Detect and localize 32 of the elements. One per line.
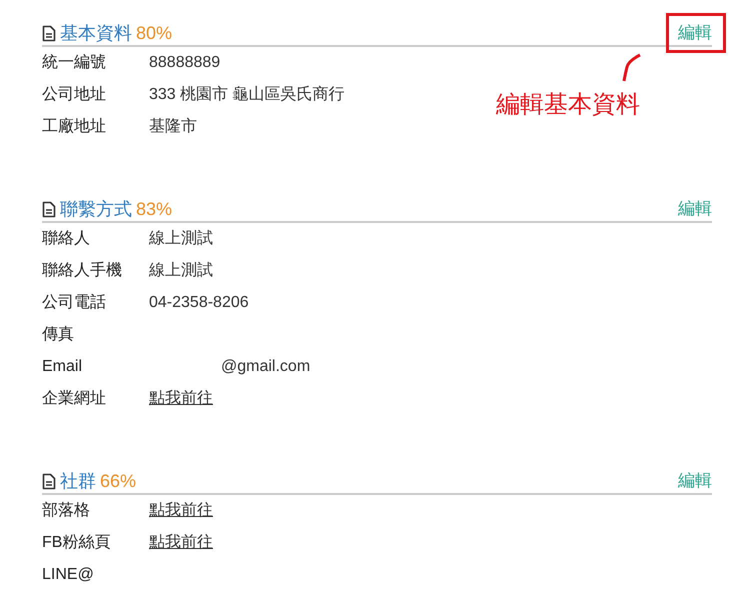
link[interactable]: 點我前往 [149,531,213,555]
field-value: 04-2358-8206 [149,293,249,313]
section-title: 社群 [60,470,96,492]
field-label: 統一編號 [42,53,107,73]
field-label: 公司電話 [42,292,107,313]
field-label: 傳真 [42,324,75,345]
field-label: 企業網址 [42,388,107,409]
annotation-text: 編輯基本資料 [496,89,640,120]
completion-percent: 83% [136,198,172,220]
section-title: 基本資料 [60,22,132,44]
completion-percent: 80% [136,22,172,44]
document-icon [42,200,56,218]
field-label: Email [42,357,84,377]
field-value: 基隆市 [149,116,197,137]
document-icon [42,24,56,42]
field-value: 線上測試 [149,260,213,281]
link[interactable]: 點我前往 [149,387,213,411]
field-value: 線上測試 [149,228,213,249]
section-title: 聯繫方式 [60,198,132,220]
field-label: FB粉絲頁 [42,533,112,553]
field-label: 聯絡人手機 [42,260,123,281]
field-label: 部落格 [42,500,91,521]
field-label: 公司地址 [42,84,107,105]
field-value: @gmail.com [220,357,310,377]
link[interactable]: 點我前往 [149,499,213,523]
field-value: 333 桃園市 龜山區吳氏商行 [149,84,345,105]
field-value: 88888889 [149,53,220,73]
completion-percent: 66% [100,470,136,492]
field-label: 工廠地址 [42,116,107,137]
document-icon [42,472,56,490]
field-label: 聯絡人 [42,229,91,249]
field-label: LINE@ [42,565,95,585]
